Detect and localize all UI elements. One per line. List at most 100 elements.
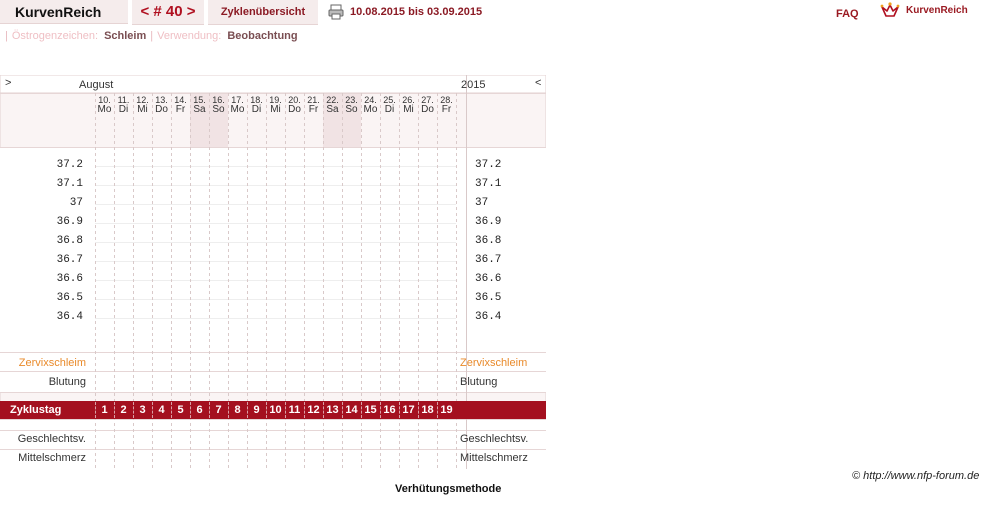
day-header[interactable]: 18. Di — [247, 96, 266, 115]
day-header[interactable]: 17. Mo — [228, 96, 247, 115]
brand-title[interactable]: KurvenReich — [0, 0, 128, 24]
printer-icon[interactable] — [328, 4, 344, 20]
mittelschmerz-label-left: Mittelschmerz — [18, 452, 86, 464]
day-header[interactable]: 20. Do — [285, 96, 304, 115]
temperature-tick-right: 36.6 — [475, 273, 502, 285]
settings-bar: | Östrogenzeichen: Schleim | Verwendung: Beob… — [5, 30, 302, 42]
nav-next-button[interactable]: < — [535, 77, 541, 89]
weekday: Mo — [97, 104, 112, 115]
weekday: Mi — [137, 104, 148, 115]
cycle-day-separator — [418, 402, 419, 418]
day-header[interactable]: 26. Mi — [399, 96, 418, 115]
cycle-day-separator — [95, 402, 96, 418]
copyright-link[interactable]: © http://www.nfp-forum.de — [852, 470, 979, 482]
day-header[interactable]: 16. So — [209, 96, 228, 115]
cycle-day-number[interactable]: 8 — [228, 404, 247, 416]
temperature-tick-right: 37.2 — [475, 159, 502, 171]
cycle-day-separator — [380, 402, 381, 418]
cycle-day-separator — [266, 402, 267, 418]
usage-value[interactable]: Beobachtung — [227, 30, 297, 42]
cycle-chart: > August 2015 < 10. Mo 11. Di 12. Mi 13. Do 14. F… — [0, 75, 546, 469]
geschlechtsv-label-left: Geschlechtsv. — [17, 433, 86, 445]
cycle-day-separator — [209, 402, 210, 418]
method-label: Verhütungsmethode — [395, 483, 502, 495]
cycle-day-separator — [190, 402, 191, 418]
cycle-day-separator — [171, 402, 172, 418]
cycle-day-number[interactable]: 17 — [399, 404, 418, 416]
cycle-day-number[interactable]: 9 — [247, 404, 266, 416]
cycle-day-separator — [114, 402, 115, 418]
temperature-tick-right: 37.1 — [475, 178, 502, 190]
day-header[interactable]: 28. Fr — [437, 96, 456, 115]
cycle-day-separator — [399, 402, 400, 418]
estrogen-value[interactable]: Schleim — [104, 30, 146, 42]
day-header[interactable]: 23. So — [342, 96, 361, 115]
weekday: Mi — [403, 104, 414, 115]
cycle-day-number[interactable]: 3 — [133, 404, 152, 416]
year-label: 2015 — [461, 79, 486, 91]
logo-text[interactable]: KurvenReich — [906, 0, 968, 22]
kurvenreich-logo-icon[interactable] — [880, 2, 900, 20]
cycle-day-number[interactable]: 15 — [361, 404, 380, 416]
cycle-day-number[interactable]: 14 — [342, 404, 361, 416]
mittelschmerz-label-right: Mittelschmerz — [460, 452, 528, 464]
temperature-tick-right: 36.8 — [475, 235, 502, 247]
day-header[interactable]: 14. Fr — [171, 96, 190, 115]
day-header[interactable]: 10. Mo — [95, 96, 114, 115]
day-header[interactable]: 25. Di — [380, 96, 399, 115]
estrogen-label: Östrogenzeichen: — [11, 30, 99, 42]
day-header[interactable]: 22. Sa — [323, 96, 342, 115]
cycle-overview-link[interactable]: Zyklenübersicht — [208, 0, 318, 25]
day-header[interactable]: 15. Sa — [190, 96, 209, 115]
cycle-day-number[interactable]: 5 — [171, 404, 190, 416]
zervix-label-right: Zervixschleim — [460, 357, 528, 369]
day-header[interactable]: 12. Mi — [133, 96, 152, 115]
temperature-tick-right: 36.7 — [475, 254, 502, 266]
cycle-day-separator — [285, 402, 286, 418]
weekday: So — [345, 104, 358, 115]
temperature-tick-left: 36.7 — [56, 254, 83, 266]
temperature-tick-right: 37 — [475, 197, 489, 209]
cycle-day-separator — [361, 402, 362, 418]
temperature-tick-left: 36.6 — [56, 273, 83, 285]
cycle-day-number[interactable]: 11 — [285, 404, 304, 416]
cycle-day-number[interactable]: 4 — [152, 404, 171, 416]
cycle-day-number[interactable]: 6 — [190, 404, 209, 416]
weekday: Mo — [363, 104, 378, 115]
cycle-day-number[interactable]: 18 — [418, 404, 437, 416]
day-header[interactable]: 27. Do — [418, 96, 437, 115]
cycle-day-number[interactable]: 13 — [323, 404, 342, 416]
cycle-day-number[interactable]: 19 — [437, 404, 456, 416]
weekday: Di — [251, 104, 262, 115]
top-bar: KurvenReich < # 40 > Zyklenübersicht 10.… — [0, 0, 981, 25]
weekday: Do — [155, 104, 168, 115]
weekday: Fr — [175, 104, 186, 115]
day-header[interactable]: 13. Do — [152, 96, 171, 115]
day-header[interactable]: 19. Mi — [266, 96, 285, 115]
weekday: Do — [421, 104, 434, 115]
date-range: 10.08.2015 bis 03.09.2015 — [350, 6, 483, 18]
temperature-tick-right: 36.9 — [475, 216, 502, 228]
temperature-tick-right: 36.5 — [475, 292, 502, 304]
cycle-day-separator — [228, 402, 229, 418]
cycle-day-number[interactable]: 16 — [380, 404, 399, 416]
temperature-tick-left: 36.8 — [56, 235, 83, 247]
cycle-day-number[interactable]: 7 — [209, 404, 228, 416]
separator: | — [150, 30, 154, 42]
day-header[interactable]: 21. Fr — [304, 96, 323, 115]
nav-prev-button[interactable]: > — [5, 77, 11, 89]
day-header[interactable]: 11. Di — [114, 96, 133, 115]
blutung-label-left: Blutung — [48, 376, 86, 388]
temperature-tick-right: 36.4 — [475, 311, 502, 323]
cycle-nav[interactable]: < # 40 > — [132, 0, 204, 25]
cycle-day-number[interactable]: 10 — [266, 404, 285, 416]
weekday: Fr — [308, 104, 319, 115]
cycle-day-number[interactable]: 1 — [95, 404, 114, 416]
temperature-tick-left: 36.5 — [56, 292, 83, 304]
cycle-day-number[interactable]: 2 — [114, 404, 133, 416]
day-header[interactable]: 24. Mo — [361, 96, 380, 115]
faq-link[interactable]: FAQ — [836, 0, 859, 28]
cycle-day-number[interactable]: 12 — [304, 404, 323, 416]
zyklustag-label: Zyklustag — [10, 404, 62, 416]
separator: | — [5, 30, 8, 42]
